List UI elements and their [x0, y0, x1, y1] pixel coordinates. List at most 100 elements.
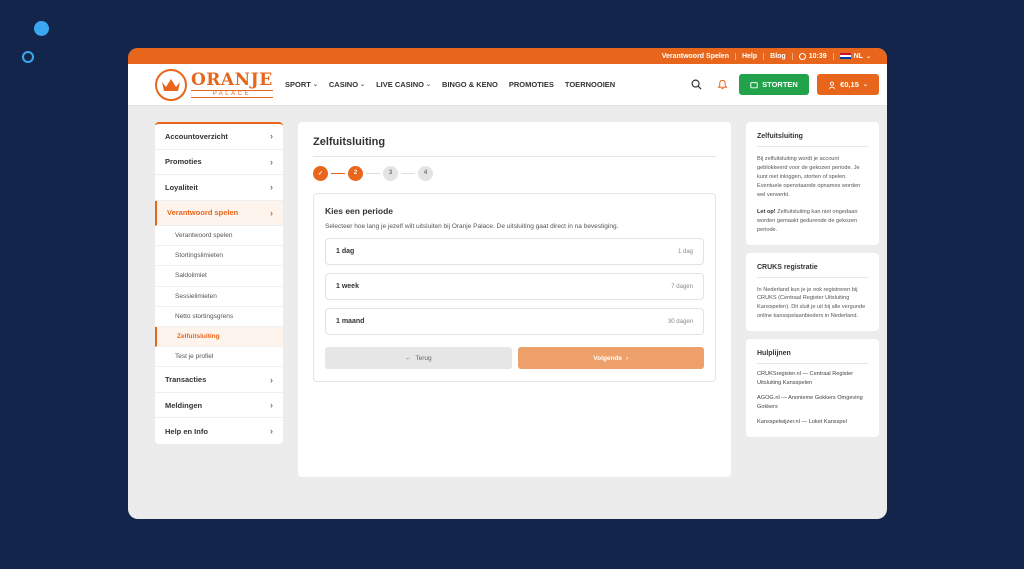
- deposit-button[interactable]: STORTEN: [739, 74, 809, 95]
- sidebar-item-transacties[interactable]: Transacties ›: [155, 367, 283, 393]
- option-label: 1 week: [336, 283, 359, 290]
- main-nav: SPORT ⌄ CASINO ⌄ LIVE CASINO ⌄ BINGO & KENO…: [285, 80, 687, 89]
- chevron-right-icon: ›: [270, 207, 273, 218]
- language-selector[interactable]: NL ⌄: [832, 52, 877, 60]
- sidebar-sub-netto-stortingsgrens[interactable]: Netto stortingsgrens: [155, 307, 283, 327]
- help-link[interactable]: Help: [734, 52, 763, 60]
- sidebar-item-loyaliteit[interactable]: Loyaliteit ›: [155, 175, 283, 201]
- info-warning: Let op! Zelfuitsluiting kan niet ongedaa…: [757, 208, 868, 235]
- period-option-1-dag[interactable]: 1 dag 1 dag: [325, 238, 704, 265]
- info-title: Hulplijnen: [757, 350, 868, 365]
- nav-casino-label: CASINO: [328, 80, 359, 89]
- netherlands-flag-icon: [839, 52, 851, 60]
- chevron-down-icon: ⌄: [360, 82, 366, 88]
- chevron-down-icon: ⌄: [312, 82, 318, 88]
- nav-promoties[interactable]: PROMOTIES: [509, 80, 554, 89]
- nav-toernooien[interactable]: TOERNOOIEN: [565, 80, 615, 89]
- sidebar-item-label: Accountoverzicht: [165, 131, 228, 141]
- balance-button[interactable]: €0,15 ⌄: [817, 74, 879, 95]
- sidebar-item-help-en-info[interactable]: Help en Info ›: [155, 418, 283, 444]
- option-duration: 30 dagen: [667, 318, 693, 325]
- sidebar-sub-verantwoord-spelen[interactable]: Verantwoord spelen: [155, 226, 283, 247]
- sidebar-sub-saldolimiet[interactable]: Saldolimiet: [155, 266, 283, 287]
- form-actions: ← Terug Volgende ›: [325, 347, 704, 369]
- period-option-1-week[interactable]: 1 week 7 dagen: [325, 273, 704, 300]
- language-label: NL: [853, 52, 863, 60]
- step-connector: [331, 172, 345, 174]
- sidebar-item-meldingen[interactable]: Meldingen ›: [155, 393, 283, 419]
- decorative-ring: [22, 51, 34, 63]
- chevron-down-icon: ⌄: [862, 82, 868, 88]
- main-content: Zelfuitsluiting ✓ 2 3 4 Kies een periode…: [298, 122, 731, 477]
- sidebar-sub-sessielimieten[interactable]: Sessielimieten: [155, 287, 283, 307]
- blog-link[interactable]: Blog: [763, 52, 792, 60]
- wallet-icon: [750, 81, 758, 88]
- back-button[interactable]: ← Terug: [325, 347, 512, 369]
- sidebar-sub-test-je-profiel[interactable]: Test je profiel: [155, 347, 283, 368]
- chevron-down-icon: ⌄: [865, 53, 871, 60]
- nav-live-casino[interactable]: LIVE CASINO ⌄: [376, 80, 431, 89]
- option-duration: 1 dag: [677, 248, 693, 255]
- chevron-right-icon: ›: [270, 374, 273, 385]
- logo-main: ORANJE: [191, 69, 273, 90]
- info-text: Bij zelfuitsluiting wordt je account geb…: [757, 156, 861, 198]
- sidebar-item-promoties[interactable]: Promoties ›: [155, 150, 283, 175]
- clock-time: 10:39: [808, 52, 827, 60]
- period-option-1-maand[interactable]: 1 maand 30 dagen: [325, 308, 704, 335]
- helpline-link[interactable]: CRUKSregister.nl — Centraal Register Uit…: [757, 370, 868, 388]
- clock: 10:39: [791, 52, 833, 60]
- card-title: Kies een periode: [325, 206, 394, 216]
- next-button[interactable]: Volgende ›: [517, 347, 704, 369]
- option-duration: 7 dagen: [671, 283, 693, 290]
- step-connector: [366, 172, 380, 174]
- nav-sport[interactable]: SPORT ⌄: [285, 80, 318, 89]
- info-card-zelfuitsluiting: Zelfuitsluiting Bij zelfuitsluiting word…: [746, 122, 879, 245]
- header-actions: STORTEN €0,15 ⌄: [687, 74, 879, 95]
- responsible-gaming-link[interactable]: Verantwoord Spelen: [656, 53, 735, 60]
- chevron-right-icon: ›: [270, 426, 273, 437]
- info-title: Zelfuitsluiting: [757, 133, 868, 147]
- sidebar-item-accountoverzicht[interactable]: Accountoverzicht ›: [155, 124, 283, 150]
- main-header: ORANJE PALACE SPORT ⌄ CASINO ⌄ LIVE CASINO…: [128, 64, 887, 106]
- nav-casino[interactable]: CASINO ⌄: [329, 80, 365, 89]
- warning-label: Let op!: [757, 208, 776, 215]
- top-utility-bar: Verantwoord Spelen Help Blog 10:39 NL ⌄: [128, 48, 887, 64]
- chevron-right-icon: ›: [270, 131, 273, 142]
- deposit-label: STORTEN: [762, 80, 798, 89]
- clock-icon: [798, 52, 806, 60]
- nav-bingo-keno[interactable]: BINGO & KENO: [442, 80, 498, 89]
- logo-text: ORANJE PALACE: [191, 69, 273, 98]
- sidebar-item-label: Help en Info: [165, 426, 208, 436]
- option-label: 1 maand: [336, 318, 365, 325]
- helpline-link[interactable]: AGOG.nl — Anonieme Gokkers Omgeving Gokk…: [757, 394, 868, 412]
- sidebar-sub-stortingslimieten[interactable]: Stortingslimieten: [155, 246, 283, 267]
- chevron-down-icon: ⌄: [426, 82, 432, 88]
- sidebar-item-label: Transacties: [165, 375, 207, 385]
- search-icon[interactable]: [687, 76, 705, 94]
- back-label: Terug: [415, 354, 432, 362]
- logo-sub: PALACE: [191, 89, 273, 98]
- chevron-right-icon: ›: [270, 400, 273, 411]
- crown-icon: [155, 68, 187, 101]
- info-title: CRUKS registratie: [757, 264, 868, 278]
- nav-live-casino-label: LIVE CASINO: [376, 80, 425, 89]
- account-sidebar: Accountoverzicht › Promoties › Loyaliteit ›…: [155, 122, 283, 444]
- bell-icon[interactable]: [713, 76, 731, 94]
- chevron-right-icon: ›: [626, 354, 629, 362]
- sidebar-item-label: Loyaliteit: [165, 182, 198, 192]
- period-selection-card: Kies een periode Selecteer hoe lang je j…: [313, 193, 716, 382]
- helpline-link[interactable]: Kansspelwijzer.nl — Loket Kansspel: [757, 418, 868, 427]
- step-connector: [401, 172, 415, 174]
- sidebar-item-label: Promoties: [165, 157, 202, 167]
- info-column: Zelfuitsluiting Bij zelfuitsluiting word…: [746, 122, 879, 445]
- decorative-dot: [34, 21, 49, 36]
- page-title: Zelfuitsluiting: [313, 136, 716, 157]
- user-icon: [828, 81, 836, 89]
- sidebar-item-verantwoord-spelen[interactable]: Verantwoord spelen ›: [155, 200, 283, 226]
- next-label: Volgende: [593, 354, 623, 362]
- card-description: Selecteer hoe lang je jezelf wilt uitslu…: [325, 223, 619, 230]
- nav-sport-label: SPORT: [285, 80, 311, 89]
- sidebar-sub-zelfuitsluiting[interactable]: Zelfuitsluiting: [155, 326, 283, 348]
- sidebar-item-label: Verantwoord spelen: [167, 208, 239, 218]
- brand-logo[interactable]: ORANJE PALACE: [155, 68, 285, 101]
